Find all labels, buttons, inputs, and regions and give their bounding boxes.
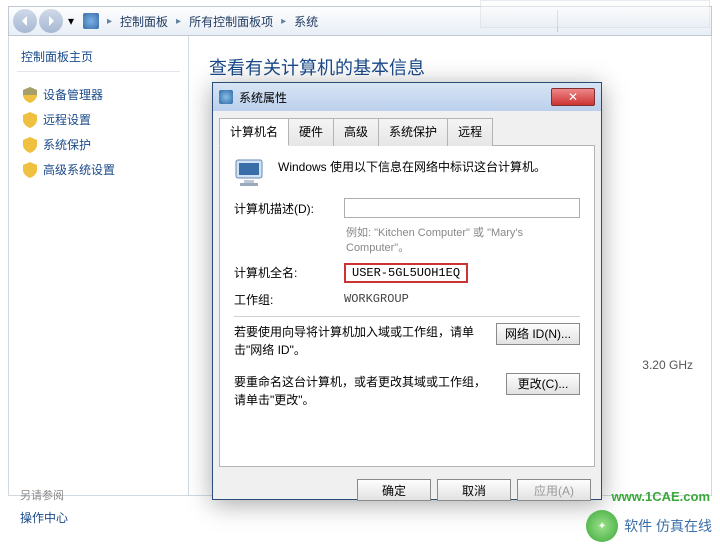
watermark-url: www.1CAE.com <box>612 489 710 504</box>
sidebar-item-label: 远程设置 <box>43 111 91 128</box>
nav-forward-button[interactable] <box>39 9 63 33</box>
breadcrumb-control-panel[interactable]: 控制面板 <box>116 11 172 32</box>
divider <box>234 316 580 317</box>
dialog-titlebar[interactable]: 系统属性 ✕ <box>213 83 601 111</box>
sidebar-item-label: 高级系统设置 <box>43 161 115 178</box>
dialog-footer: 确定 取消 应用(A) <box>213 473 601 501</box>
tab-remote[interactable]: 远程 <box>447 118 493 146</box>
ok-button[interactable]: 确定 <box>357 479 431 501</box>
full-computer-name-value: USER-5GL5UOH1EQ <box>344 263 468 283</box>
dialog-title: 系统属性 <box>239 89 287 106</box>
sidebar-title[interactable]: 控制面板主页 <box>17 48 180 72</box>
network-id-button[interactable]: 网络 ID(N)... <box>496 323 580 345</box>
breadcrumb-system[interactable]: 系统 <box>290 11 322 32</box>
page-title: 查看有关计算机的基本信息 <box>209 54 691 80</box>
workgroup-label: 工作组: <box>234 291 336 308</box>
sidebar-item-label: 系统保护 <box>43 136 91 153</box>
shield-icon <box>23 162 37 178</box>
change-button[interactable]: 更改(C)... <box>506 373 580 395</box>
computer-icon <box>234 158 268 188</box>
sidebar-item-protection[interactable]: 系统保护 <box>17 132 180 157</box>
tab-computer-name[interactable]: 计算机名 <box>219 118 289 146</box>
breadcrumb-chevron-icon: ▸ <box>105 16 114 27</box>
computer-description-input[interactable] <box>344 198 580 218</box>
tab-advanced[interactable]: 高级 <box>333 118 379 146</box>
watermark-text: 软件 仿真在线 <box>624 516 712 536</box>
system-properties-dialog: 系统属性 ✕ 计算机名 硬件 高级 系统保护 远程 Windows 使用以下信息… <box>212 82 602 500</box>
watermark-brand: ✦ 软件 仿真在线 <box>586 510 712 542</box>
description-example-text: 例如: "Kitchen Computer" 或 "Mary's Compute… <box>346 226 580 257</box>
sidebar-item-remote[interactable]: 远程设置 <box>17 107 180 132</box>
dialog-icon <box>219 90 233 104</box>
background-window-fragment <box>480 0 710 28</box>
tab-hardware[interactable]: 硬件 <box>288 118 334 146</box>
apply-button[interactable]: 应用(A) <box>517 479 591 501</box>
action-center-link[interactable]: 操作中心 <box>20 509 68 526</box>
cpu-spec-label: 3.20 GHz <box>642 358 693 372</box>
network-id-note: 若要使用向导将计算机加入域或工作组，请单击"网络 ID"。 <box>234 323 486 359</box>
sidebar-item-advanced[interactable]: 高级系统设置 <box>17 157 180 182</box>
nav-back-button[interactable] <box>13 9 37 33</box>
tab-panel-computer-name: Windows 使用以下信息在网络中标识这台计算机。 计算机描述(D): 例如:… <box>219 145 595 467</box>
dialog-close-button[interactable]: ✕ <box>551 88 595 106</box>
nav-history-dropdown[interactable]: ▾ <box>65 10 77 32</box>
computer-description-label: 计算机描述(D): <box>234 200 336 217</box>
change-note: 要重命名这台计算机，或者更改其域或工作组，请单击"更改"。 <box>234 373 496 409</box>
tab-protection[interactable]: 系统保护 <box>378 118 448 146</box>
shield-icon <box>23 112 37 128</box>
see-also-label: 另请参阅 <box>20 487 68 503</box>
breadcrumb-chevron-icon: ▸ <box>279 16 288 27</box>
sidebar-item-device-manager[interactable]: 设备管理器 <box>17 82 180 107</box>
sidebar-item-label: 设备管理器 <box>43 86 103 103</box>
cancel-button[interactable]: 取消 <box>437 479 511 501</box>
workgroup-value: WORKGROUP <box>344 292 409 306</box>
breadcrumb-chevron-icon: ▸ <box>174 16 183 27</box>
breadcrumb-all-items[interactable]: 所有控制面板项 <box>185 11 277 32</box>
full-computer-name-label: 计算机全名: <box>234 264 336 281</box>
sidebar-see-also: 另请参阅 操作中心 <box>20 487 68 526</box>
intro-text: Windows 使用以下信息在网络中标识这台计算机。 <box>278 158 546 188</box>
shield-icon <box>23 137 37 153</box>
shield-icon <box>23 87 37 103</box>
dialog-tabstrip: 计算机名 硬件 高级 系统保护 远程 <box>213 111 601 145</box>
control-panel-icon <box>83 13 99 29</box>
wechat-icon: ✦ <box>586 510 618 542</box>
sidebar: 控制面板主页 设备管理器 远程设置 系统保护 高级系统设置 另请参阅 操作中心 <box>9 36 189 495</box>
